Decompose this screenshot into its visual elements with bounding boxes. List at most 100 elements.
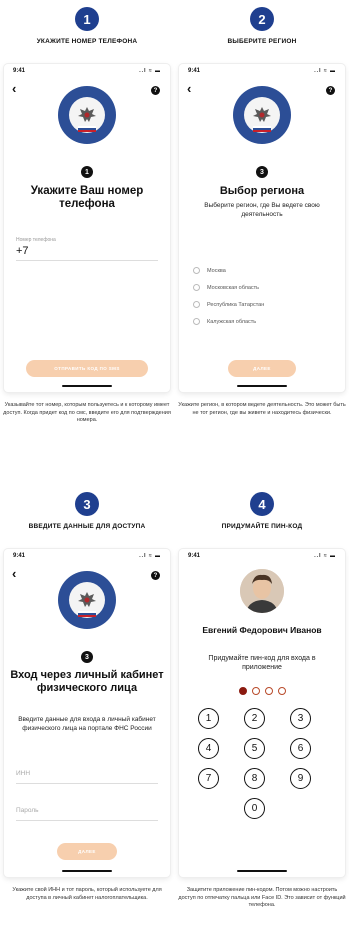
flag-icon xyxy=(253,126,271,132)
eagle-icon xyxy=(78,592,96,607)
region-option[interactable]: Московская область xyxy=(193,279,264,296)
page-title: Вход через личный кабинет физического ли… xyxy=(10,669,164,694)
region-label: Калужская область xyxy=(207,318,257,325)
key-3[interactable]: 3 xyxy=(290,708,311,729)
key-8[interactable]: 8 xyxy=(244,768,265,789)
home-indicator xyxy=(237,870,287,872)
step-number-badge: 2 xyxy=(250,7,274,31)
back-arrow-icon[interactable]: ‹ xyxy=(187,82,191,95)
status-bar: 9:41 ..l ≈ ▬ xyxy=(179,64,345,78)
step-1-header: 1 Укажите номер телефона xyxy=(0,0,174,60)
signal-wifi-battery-icon: ..l ≈ ▬ xyxy=(314,68,336,74)
pin-dot-filled xyxy=(238,687,247,695)
user-portrait-icon xyxy=(240,569,284,613)
page-title: Выбор региона xyxy=(219,185,305,197)
field-underline xyxy=(16,783,158,784)
step-2-panel: 2 Выберите регион 9:41 ..l ≈ ▬ ‹ ? 3 Выб… xyxy=(175,0,349,416)
step-number-badge: 3 xyxy=(75,492,99,516)
next-button[interactable]: Далее xyxy=(228,360,296,377)
flag-icon xyxy=(78,611,96,617)
step-4-panel: 4 Придумайте пин-код 9:41 ..l ≈ ▬ Евгени… xyxy=(175,485,349,908)
screen-step-dot: 3 xyxy=(256,166,268,178)
radio-icon[interactable] xyxy=(193,284,200,291)
back-arrow-icon[interactable]: ‹ xyxy=(12,82,16,95)
region-option[interactable]: Калужская область xyxy=(193,313,264,330)
home-indicator xyxy=(62,870,112,872)
fns-emblem-logo xyxy=(233,86,291,144)
phone-screen: 9:41 ..l ≈ ▬ ‹ ? 3 Выбор региона Выберит… xyxy=(179,64,345,392)
fns-emblem-logo xyxy=(58,86,116,144)
key-4[interactable]: 4 xyxy=(198,738,219,759)
status-bar: 9:41 ..l ≈ ▬ xyxy=(179,549,345,563)
step-3-panel: 3 Введите данные для доступа 9:41 ..l ≈ … xyxy=(0,485,174,901)
eagle-icon xyxy=(253,107,271,122)
region-list: Москва Московская область Республика Тат… xyxy=(193,262,264,330)
pin-indicator xyxy=(179,687,345,695)
radio-icon[interactable] xyxy=(193,267,200,274)
step-2-header: 2 Выберите регион xyxy=(175,0,349,60)
help-icon[interactable]: ? xyxy=(326,86,335,95)
region-option[interactable]: Республика Татарстан xyxy=(193,296,264,313)
key-1[interactable]: 1 xyxy=(198,708,219,729)
key-0[interactable]: 0 xyxy=(244,798,265,819)
inn-input[interactable]: ИНН xyxy=(16,770,30,777)
flag-icon xyxy=(78,126,96,132)
step-number-badge: 4 xyxy=(250,492,274,516)
step-caption: Укажите регион, в котором ведете деятель… xyxy=(178,402,346,416)
page-subtitle: Придумайте пин-код для входа в приложени… xyxy=(208,655,316,671)
step-1-panel: 1 Укажите номер телефона 9:41 ..l ≈ ▬ ‹ … xyxy=(0,0,174,423)
region-label: Республика Татарстан xyxy=(207,301,265,308)
status-bar: 9:41 ..l ≈ ▬ xyxy=(4,64,170,78)
step-3-header: 3 Введите данные для доступа xyxy=(0,485,174,545)
signal-wifi-battery-icon: ..l ≈ ▬ xyxy=(314,553,336,559)
back-arrow-icon[interactable]: ‹ xyxy=(12,567,16,580)
step-caption: Защитите приложение пин-кодом. Потом мож… xyxy=(178,887,346,908)
region-option[interactable]: Москва xyxy=(193,262,264,279)
eagle-icon xyxy=(78,107,96,122)
phone-input[interactable]: +7 xyxy=(16,245,29,257)
key-5[interactable]: 5 xyxy=(244,738,265,759)
password-input[interactable]: Пароль xyxy=(16,807,39,814)
phone-screen: 9:41 ..l ≈ ▬ ‹ ? 1 Укажите Ваш номер тел… xyxy=(4,64,170,392)
step-title: Придумайте пин-код xyxy=(221,523,303,530)
step-caption: Укажите свой ИНН и тот пароль, который и… xyxy=(12,887,162,901)
fns-emblem-logo xyxy=(58,571,116,629)
step-4-header: 4 Придумайте пин-код xyxy=(175,485,349,545)
phone-field-label: Номер телефона xyxy=(16,237,56,243)
send-sms-code-button[interactable]: Отправить код по SMS xyxy=(26,360,148,377)
key-9[interactable]: 9 xyxy=(290,768,311,789)
user-name: Евгений Федорович Иванов xyxy=(202,625,322,635)
key-6[interactable]: 6 xyxy=(290,738,311,759)
pin-dot xyxy=(251,687,260,695)
region-label: Москва xyxy=(207,267,226,274)
field-underline xyxy=(16,820,158,821)
pin-dot xyxy=(264,687,273,695)
help-icon[interactable]: ? xyxy=(151,86,160,95)
page-title: Укажите Ваш номер телефона xyxy=(30,185,144,210)
step-title: Выберите регион xyxy=(227,38,297,45)
phone-screen: 9:41 ..l ≈ ▬ ‹ ? 3 Вход через личный каб… xyxy=(4,549,170,877)
home-indicator xyxy=(237,385,287,387)
help-icon[interactable]: ? xyxy=(151,571,160,580)
field-underline xyxy=(16,260,158,261)
phone-screen: 9:41 ..l ≈ ▬ Евгений Федорович Иванов Пр… xyxy=(179,549,345,877)
status-time: 9:41 xyxy=(13,68,26,74)
signal-wifi-battery-icon: ..l ≈ ▬ xyxy=(139,68,161,74)
signal-wifi-battery-icon: ..l ≈ ▬ xyxy=(139,553,161,559)
key-7[interactable]: 7 xyxy=(198,768,219,789)
step-title: Введите данные для доступа xyxy=(28,523,146,530)
status-time: 9:41 xyxy=(188,553,201,559)
screen-step-dot: 3 xyxy=(81,651,93,663)
next-button[interactable]: Далее xyxy=(57,843,117,860)
status-time: 9:41 xyxy=(188,68,201,74)
home-indicator xyxy=(62,385,112,387)
screen-step-dot: 1 xyxy=(81,166,93,178)
radio-icon[interactable] xyxy=(193,318,200,325)
status-time: 9:41 xyxy=(13,553,26,559)
page-subtitle: Введите данные для входа в личный кабине… xyxy=(18,716,156,732)
pin-dot xyxy=(277,687,286,695)
step-title: Укажите номер телефона xyxy=(36,38,138,45)
radio-icon[interactable] xyxy=(193,301,200,308)
avatar xyxy=(240,569,284,613)
key-2[interactable]: 2 xyxy=(244,708,265,729)
